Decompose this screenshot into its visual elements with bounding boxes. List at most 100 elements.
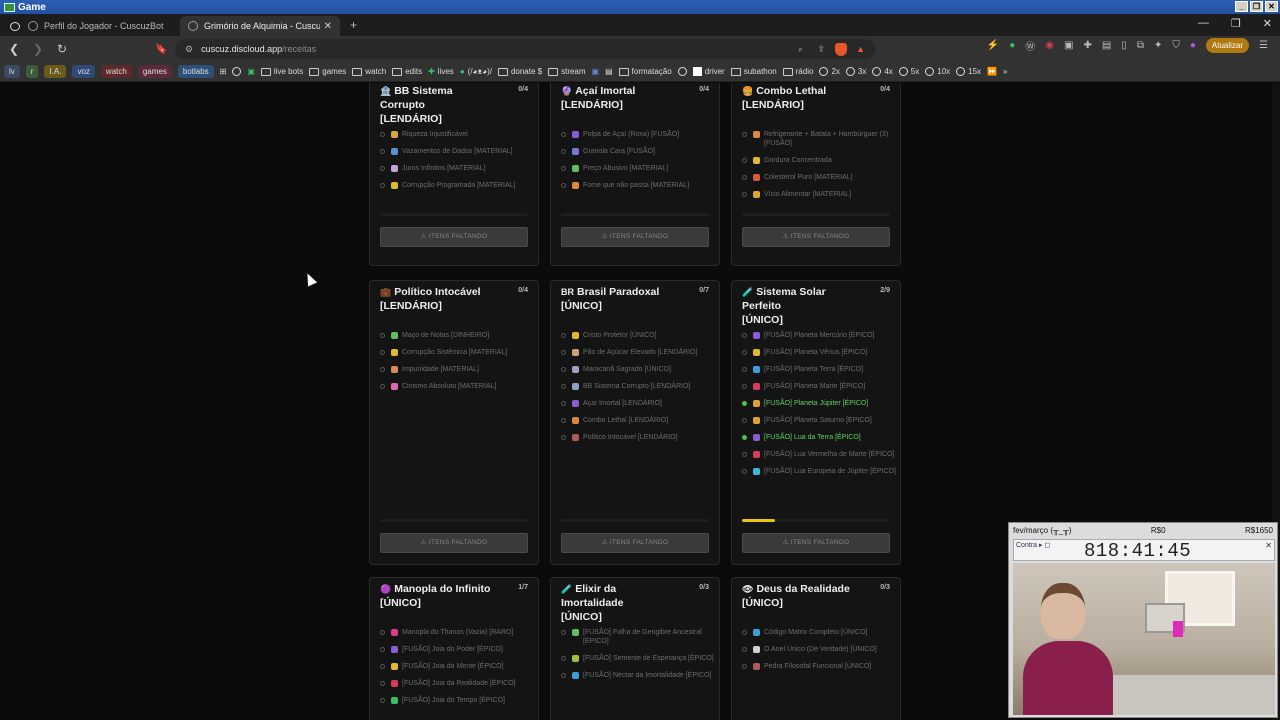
extension-green-icon[interactable]: ●	[1009, 40, 1015, 51]
ingredient-icon	[753, 157, 760, 164]
vpn-icon[interactable]: ⛉	[1172, 40, 1180, 51]
ingredient-icon	[753, 383, 760, 390]
bookmark-edits[interactable]: edits	[392, 67, 422, 76]
bookmark-kaomoji[interactable]: ● (/◕ᴥ◕)/	[460, 67, 492, 76]
bookmark-formatacao[interactable]: formatação	[618, 67, 672, 76]
bookmark-chip-r[interactable]: r	[25, 65, 39, 78]
ingredient-icon	[391, 629, 398, 636]
missing-items-button[interactable]: ⚠ ITENS FALTANDO	[380, 227, 528, 247]
update-button[interactable]: Atualizar	[1205, 38, 1250, 53]
bookmark-10x[interactable]: 10x	[925, 67, 950, 76]
menu-icon[interactable]: ☰	[1259, 40, 1268, 51]
bookmark-green-icon[interactable]: ▣	[247, 67, 255, 76]
recipe-rarity: [LENDÁRIO]	[380, 300, 442, 312]
recipe-emoji-icon: 🧪	[742, 287, 754, 297]
bookmark-chip-games[interactable]: games	[137, 65, 172, 78]
ingredient-missing-dot-icon	[380, 183, 385, 188]
os-minimize-button[interactable]: _	[1235, 1, 1248, 12]
os-maximize-button[interactable]: ❐	[1250, 1, 1263, 12]
missing-items-button[interactable]: ⚠ ITENS FALTANDO	[742, 227, 890, 247]
extension-w-icon[interactable]: Ⓦ	[1025, 38, 1035, 53]
browser-restore-button[interactable]: ❐	[1231, 17, 1241, 30]
ingredient-list: [FUSÃO] Planeta Mercúrio [ÉPICO] [FUSÃO] …	[742, 331, 897, 484]
ingredient-icon	[572, 655, 579, 662]
bookmark-3x[interactable]: 3x	[845, 67, 866, 76]
tab-alchemy-grimoire[interactable]: Grimório de Alquimia - Cuscuz ✕	[180, 16, 340, 36]
ingredient-missing-dot-icon	[380, 333, 385, 338]
bookmark-circle-icon[interactable]	[677, 67, 687, 76]
brave-shields-icon[interactable]	[835, 43, 847, 56]
bookmark-driver[interactable]: driver	[692, 67, 725, 76]
timer-close-icon[interactable]: ✕	[1265, 541, 1272, 550]
tab-search-icon[interactable]	[10, 22, 20, 31]
profile-avatar-icon[interactable]: ●	[1190, 40, 1196, 51]
bookmark-chip-botlabs[interactable]: botlabs	[177, 65, 214, 78]
extension-screenshot-icon[interactable]: ▣	[1064, 40, 1073, 51]
webcam-person-head	[1041, 583, 1085, 639]
url-path: /receitas	[282, 44, 317, 54]
bookmark-chip-watch[interactable]: watch	[100, 65, 132, 78]
brave-rewards-icon[interactable]: ▲	[856, 44, 865, 54]
site-settings-icon[interactable]: ⚙	[185, 44, 193, 55]
extension-record-icon[interactable]: ◉	[1045, 40, 1054, 51]
bookmark-radio[interactable]: rádio	[782, 67, 813, 76]
bookmark-4x[interactable]: 4x	[872, 67, 893, 76]
forward-button[interactable]: ❯	[28, 42, 48, 56]
bookmark-label: (/◕ᴥ◕)/	[467, 67, 492, 76]
recipe-emoji-icon: 💼	[380, 287, 392, 297]
url-field[interactable]: 🔖 ⚙ cuscuz.discloud.app /receitas ⌕ ⇪ ▲	[155, 39, 875, 59]
missing-items-button[interactable]: ⚠ ITENS FALTANDO	[380, 533, 528, 553]
zoom-icon[interactable]: ⌕	[798, 44, 803, 55]
ingredient-missing-dot-icon	[742, 132, 747, 137]
browser-close-button[interactable]: ✕	[1263, 17, 1272, 30]
extension-puzzle-icon[interactable]: ✚	[1083, 40, 1091, 51]
missing-items-button[interactable]: ⚠ ITENS FALTANDO	[561, 227, 709, 247]
bookmark-stream[interactable]: stream	[548, 67, 586, 76]
bookmark-orange-icon[interactable]: ⏩	[987, 67, 997, 76]
bookmark-lives[interactable]: ✚ lives	[428, 67, 454, 76]
apps-grid-icon[interactable]: ⊞	[220, 67, 227, 76]
sidebar-toggle-icon[interactable]: ▯	[1121, 40, 1127, 51]
os-close-button[interactable]: ✕	[1265, 1, 1278, 12]
more-bookmarks-icon[interactable]: »	[1003, 67, 1007, 76]
ingredient-item: [FUSÃO] Planeta Júpiter [ÉPICO]	[742, 399, 897, 408]
tab-player-profile[interactable]: Perfil do Jogador - CuscuzBot	[20, 16, 180, 36]
bookmark-2x[interactable]: 2x	[819, 67, 840, 76]
missing-items-button[interactable]: ⚠ ITENS FALTANDO	[561, 533, 709, 553]
new-tab-button[interactable]: +	[350, 18, 357, 32]
bookmark-chip-lv[interactable]: lv	[4, 65, 20, 78]
bookmark-icon[interactable]: 🔖	[155, 44, 167, 55]
leo-ai-icon[interactable]: ✦	[1154, 40, 1162, 51]
recipe-rarity: [ÚNICO]	[561, 611, 602, 623]
back-button[interactable]: ❮	[4, 42, 24, 56]
bookmark-circle-icon[interactable]	[232, 67, 242, 76]
ingredient-item: Vazamentos de Dados [MATERIAL]	[380, 147, 535, 156]
tab-search-toolbar-icon[interactable]: ⧉	[1137, 40, 1144, 51]
bookmark-live-bots[interactable]: live bots	[260, 67, 303, 76]
recipe-card-elixir: 🧪 Elixir da Imortalidade [ÚNICO] 0/3 [FUSÃO]…	[550, 577, 720, 720]
ingredient-icon	[391, 182, 398, 189]
ingredient-missing-dot-icon	[380, 664, 385, 669]
bookmark-chip-voz[interactable]: voz	[72, 65, 95, 78]
ingredient-missing-dot-icon	[561, 418, 566, 423]
bookmark-donate[interactable]: donate $	[497, 67, 542, 76]
bookmark-15x[interactable]: 15x	[956, 67, 981, 76]
recipe-progress-bar	[561, 213, 709, 216]
bookmark-watch[interactable]: watch	[352, 67, 386, 76]
share-icon[interactable]: ⇪	[817, 44, 825, 55]
bookmark-chip-ia[interactable]: I.A.	[44, 65, 67, 78]
bookmark-5x[interactable]: 5x	[898, 67, 919, 76]
bookmark-blue-icon[interactable]: ▣	[592, 67, 600, 76]
extension-media-icon[interactable]: ▤	[1102, 40, 1111, 51]
missing-items-button[interactable]: ⚠ ITENS FALTANDO	[742, 533, 890, 553]
speed-icon	[898, 67, 908, 76]
tab-close-icon[interactable]: ✕	[324, 21, 332, 32]
browser-minimize-button[interactable]: —	[1198, 17, 1209, 30]
ingredient-missing-dot-icon	[742, 192, 747, 197]
bookmark-subathon[interactable]: subathon	[730, 67, 777, 76]
bookmark-window-icon[interactable]: ▤	[605, 67, 613, 76]
bookmark-games[interactable]: games	[309, 67, 346, 76]
reload-button[interactable]: ↻	[52, 42, 72, 56]
recipe-progress-count: 0/7	[699, 287, 709, 294]
extension-lightning-icon[interactable]: ⚡	[987, 40, 999, 51]
